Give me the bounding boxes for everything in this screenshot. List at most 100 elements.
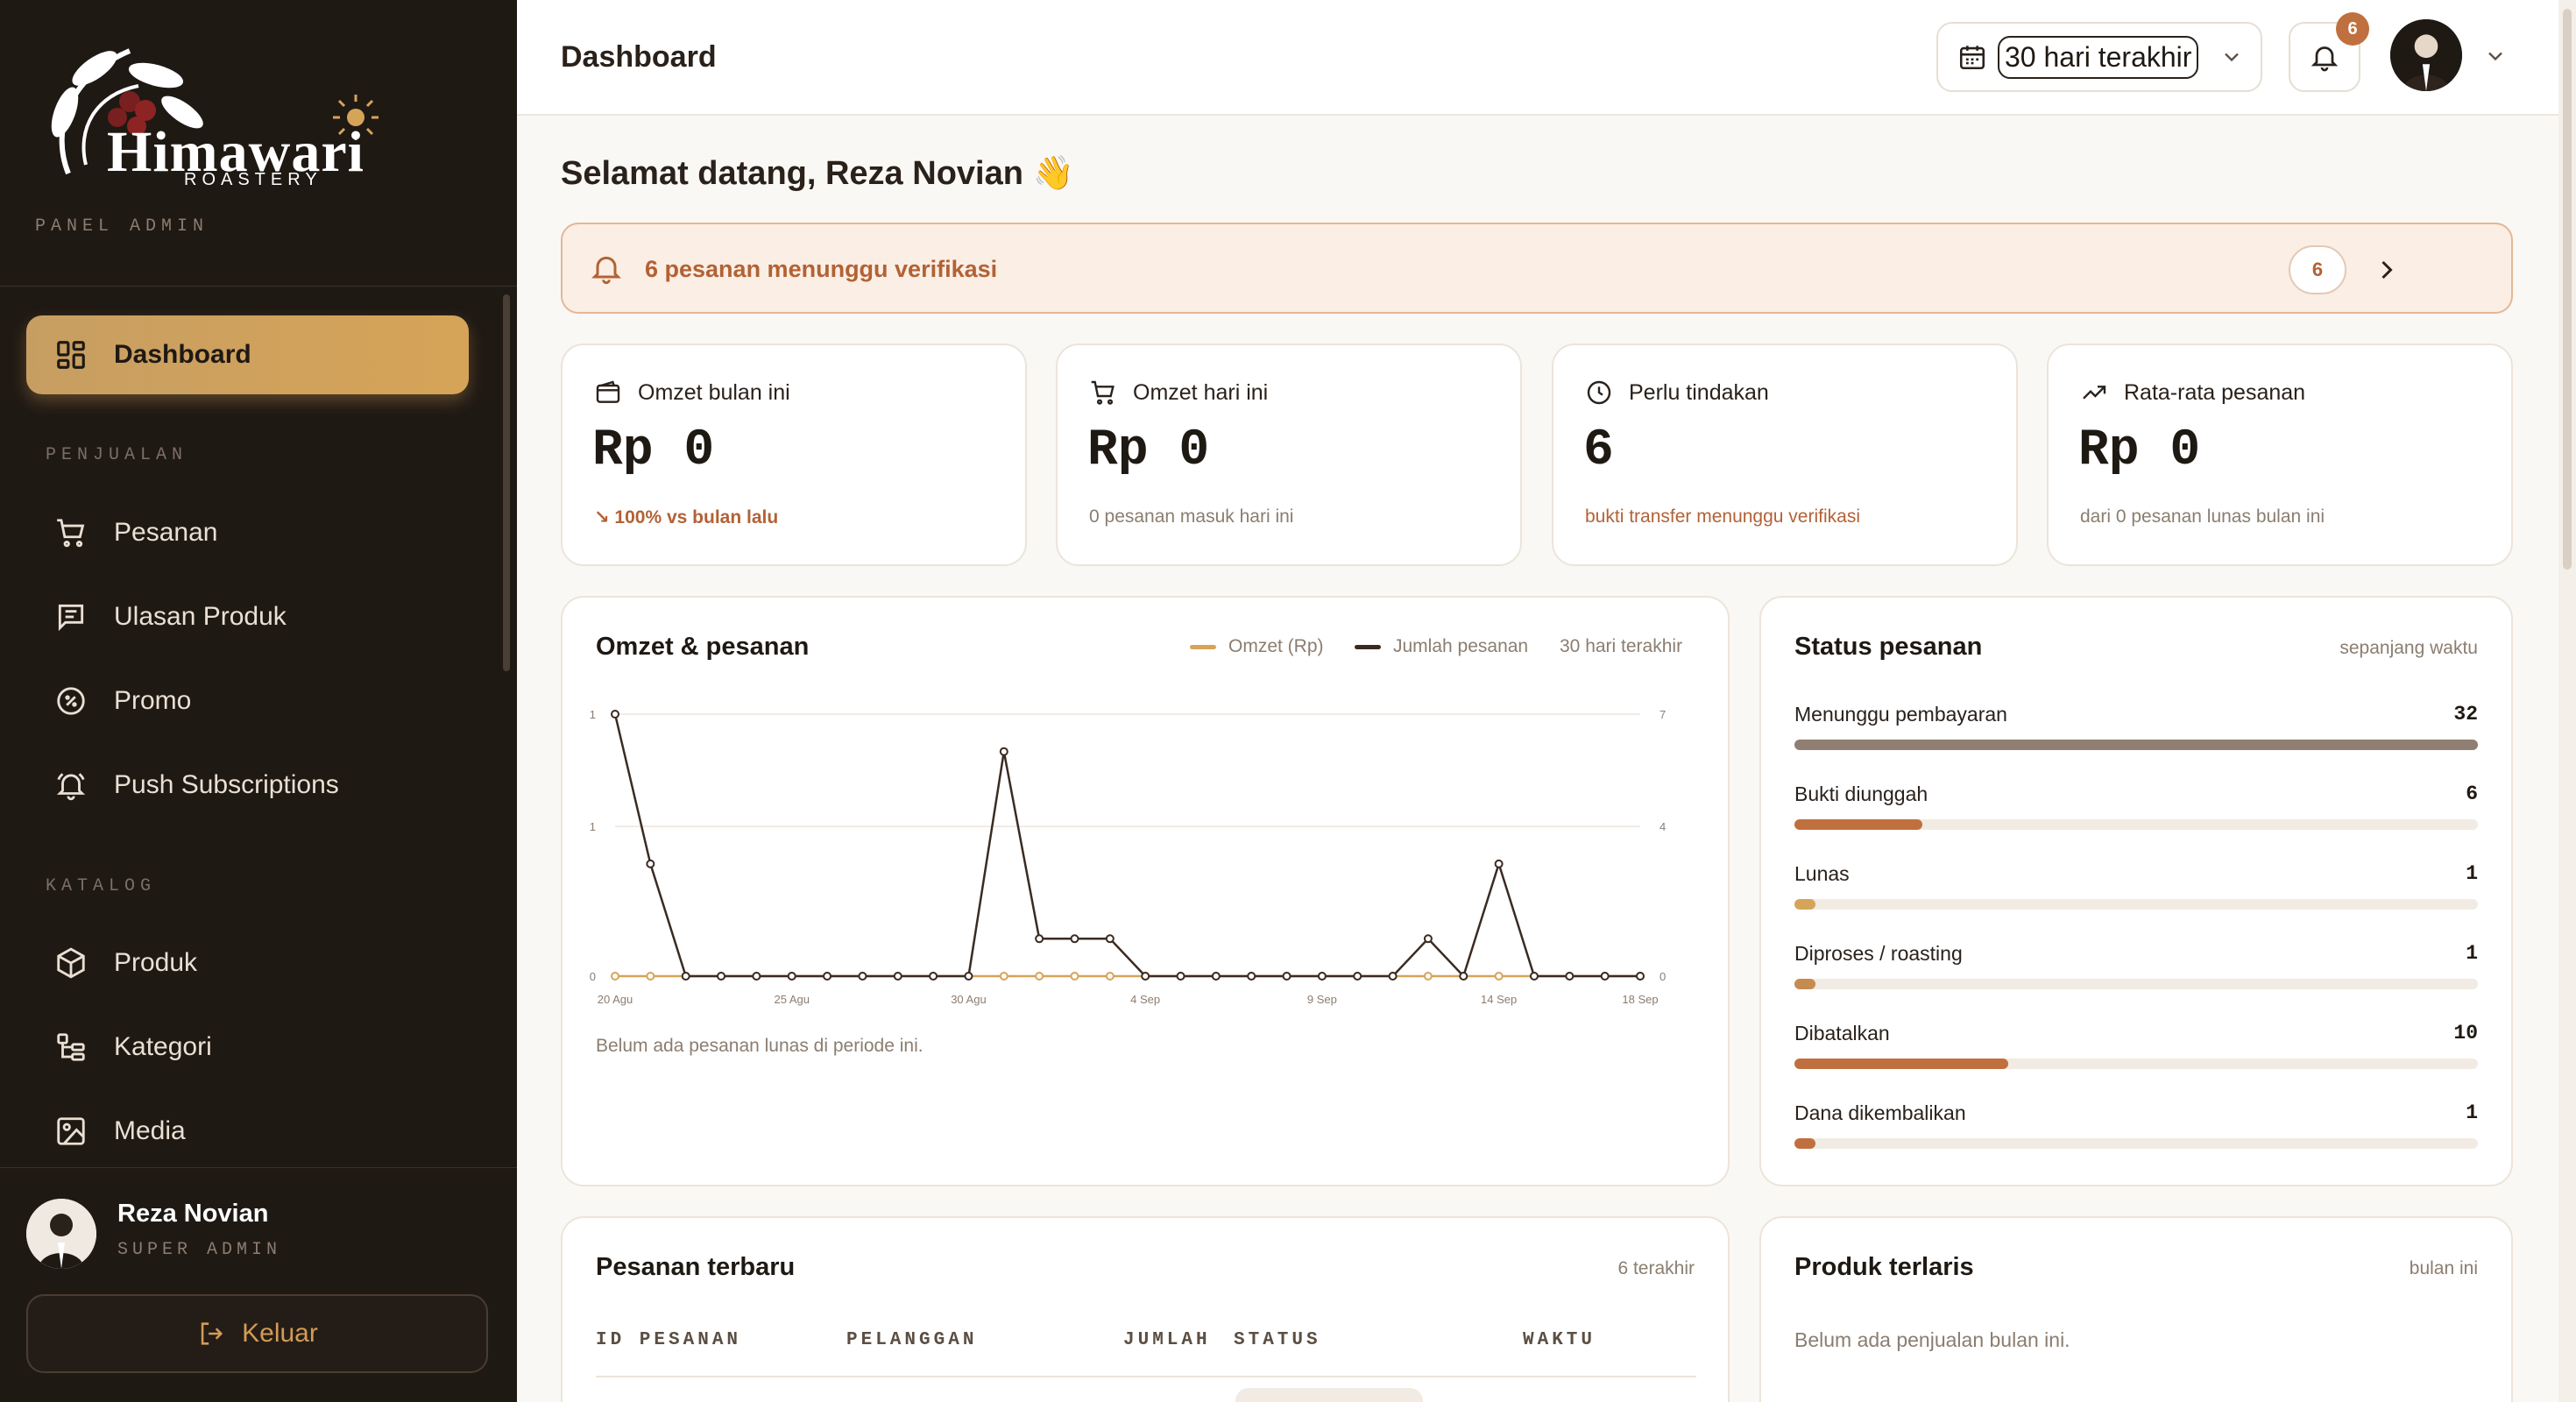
bell-icon <box>589 251 624 286</box>
stat-card-omzet-bulan: Omzet bulan ini Rp 0 ↘ 100% vs bulan lal… <box>561 343 1027 566</box>
stat-sub: bukti transfer menunggu verifikasi <box>1585 506 1860 527</box>
status-bar-track <box>1794 1138 2478 1149</box>
status-bar-fill <box>1794 819 1923 830</box>
status-row: Diproses / roasting 1 <box>1794 942 2478 995</box>
stat-label-text: Omzet bulan ini <box>638 379 790 405</box>
sidebar-item-label: Media <box>114 1116 186 1145</box>
status-bar-fill <box>1794 1059 2008 1069</box>
stat-value: Rp 0 <box>1087 422 1210 479</box>
brand-logo[interactable]: Himawari ROASTERY <box>33 33 384 200</box>
sidebar-item-label: Pesanan <box>114 518 218 547</box>
line-chart: 0 0 4 1 7 1 20 Agu 25 Agu 30 Agu 4 Sep 9 Sep 14 Sep… <box>590 708 1666 1006</box>
left-axis-tick-label: 1 <box>590 820 596 833</box>
omzet-series-point <box>999 972 1008 981</box>
logout-icon <box>196 1319 226 1349</box>
orders-series-point <box>1565 972 1575 981</box>
user-name: Reza Novian <box>117 1200 269 1228</box>
x-tick-label: 20 Agu <box>598 993 633 1006</box>
recent-orders-card: Pesanan terbaru 6 terakhir ID PESANAN PE… <box>561 1216 1730 1402</box>
right-axis-tick-label: 0 <box>1660 970 1666 983</box>
chevron-down-icon[interactable] <box>2483 44 2508 68</box>
stat-sub: ↘ 100% vs bulan lalu <box>594 507 779 528</box>
orders-series-point <box>752 972 761 981</box>
orders-series-point <box>823 972 832 981</box>
stat-card-perlu-tindakan[interactable]: Perlu tindakan 6 bukti transfer menunggu… <box>1552 343 2018 566</box>
sidebar-item-label: Produk <box>114 948 198 977</box>
wallet-icon <box>594 379 622 407</box>
orders-series-point <box>1070 934 1079 944</box>
omzet-series-point <box>1105 972 1115 981</box>
sidebar: Himawari ROASTERY PANEL ADMIN Dashboard … <box>0 0 517 1402</box>
stat-value: Rp 0 <box>592 422 715 479</box>
chevron-right-icon[interactable] <box>2371 254 2403 286</box>
image-icon <box>54 1115 88 1148</box>
right-axis-tick-label: 7 <box>1660 708 1666 721</box>
status-bar-fill <box>1794 1138 1816 1149</box>
alert-count-badge: 6 <box>2289 245 2346 294</box>
logout-label: Keluar <box>242 1319 318 1348</box>
status-row: Menunggu pembayaran 32 <box>1794 703 2478 755</box>
column-header-pelanggan: PELANGGAN <box>846 1330 978 1350</box>
page-scrollbar[interactable] <box>2558 0 2576 1402</box>
brand-subtitle: ROASTERY <box>184 170 322 189</box>
topbar: Dashboard 30 hari terakhir 6 <box>517 0 2558 116</box>
stat-label: Perlu tindakan <box>1585 379 1769 407</box>
sidebar-item-label: Ulasan Produk <box>114 602 287 631</box>
orders-series-point <box>999 747 1008 756</box>
user-photo-icon <box>2390 19 2462 91</box>
sidebar-item-dashboard[interactable]: Dashboard <box>26 315 469 394</box>
chevron-down-icon <box>2219 45 2244 69</box>
logout-button[interactable]: Keluar <box>26 1294 488 1373</box>
chart-card: Omzet & pesanan Omzet (Rp) Jumlah pesana… <box>561 596 1730 1186</box>
stat-value: Rp 0 <box>2078 422 2201 479</box>
user-photo-icon <box>26 1199 96 1269</box>
category-tree-icon <box>54 1030 88 1064</box>
status-row: Bukti diunggah 6 <box>1794 782 2478 835</box>
sidebar-item-push-subscriptions[interactable]: Push Subscriptions <box>26 746 469 825</box>
status-row: Dibatalkan 10 <box>1794 1022 2478 1074</box>
notification-count-badge: 6 <box>2336 12 2369 46</box>
stat-label: Omzet bulan ini <box>594 379 790 407</box>
sidebar-item-produk[interactable]: Produk <box>26 924 469 1002</box>
omzet-series-point <box>646 972 655 981</box>
stat-sub: 0 pesanan masuk hari ini <box>1089 506 1294 527</box>
column-header-status: STATUS <box>1234 1330 1321 1350</box>
best-sellers-empty: Belum ada penjualan bulan ini. <box>1794 1328 2070 1351</box>
sidebar-item-media[interactable]: Media <box>26 1092 469 1171</box>
status-name: Diproses / roasting <box>1794 942 1963 965</box>
sidebar-item-label: Push Subscriptions <box>114 770 339 799</box>
status-bar-track <box>1794 740 2478 750</box>
status-card: Status pesanan sepanjang waktu Menunggu … <box>1759 596 2513 1186</box>
box-icon <box>54 946 88 980</box>
dashboard-grid-icon <box>54 338 88 372</box>
stat-sub: dari 0 pesanan lunas bulan ini <box>2080 506 2325 527</box>
panel-label: PANEL ADMIN <box>35 216 209 237</box>
orders-series-point <box>1176 972 1185 981</box>
sidebar-item-pesanan[interactable]: Pesanan <box>26 493 469 572</box>
status-bar-track <box>1794 1059 2478 1069</box>
best-sellers-card: Produk terlaris bulan ini Belum ada penj… <box>1759 1216 2513 1402</box>
stat-label: Rata-rata pesanan <box>2080 379 2305 407</box>
orders-series-point <box>611 710 619 719</box>
page-scrollbar-thumb[interactable] <box>2563 9 2572 570</box>
user-role: SUPER ADMIN <box>117 1240 282 1260</box>
orders-series-point <box>1423 934 1433 944</box>
sidebar-item-label: Dashboard <box>114 340 251 369</box>
sidebar-scrollbar[interactable] <box>503 294 510 671</box>
user-menu-avatar[interactable] <box>2390 19 2462 91</box>
date-range-select[interactable]: 30 hari terakhir <box>1936 22 2262 92</box>
orders-series-point <box>681 972 690 981</box>
sidebar-item-kategori[interactable]: Kategori <box>26 1008 469 1087</box>
status-name: Menunggu pembayaran <box>1794 703 2007 726</box>
page-title: Dashboard <box>561 40 717 74</box>
orders-series-point <box>1105 934 1115 944</box>
orders-series-line <box>613 713 1640 979</box>
sidebar-item-ulasan-produk[interactable]: Ulasan Produk <box>26 577 469 656</box>
status-bar-fill <box>1794 899 1816 910</box>
avatar[interactable] <box>26 1199 96 1269</box>
orders-series-point <box>964 972 973 981</box>
best-sellers-title: Produk terlaris <box>1794 1253 1974 1281</box>
status-count: 1 <box>2466 1101 2478 1124</box>
verification-alert[interactable]: 6 pesanan menunggu verifikasi 6 <box>561 223 2513 314</box>
sidebar-item-promo[interactable]: Promo <box>26 662 469 740</box>
